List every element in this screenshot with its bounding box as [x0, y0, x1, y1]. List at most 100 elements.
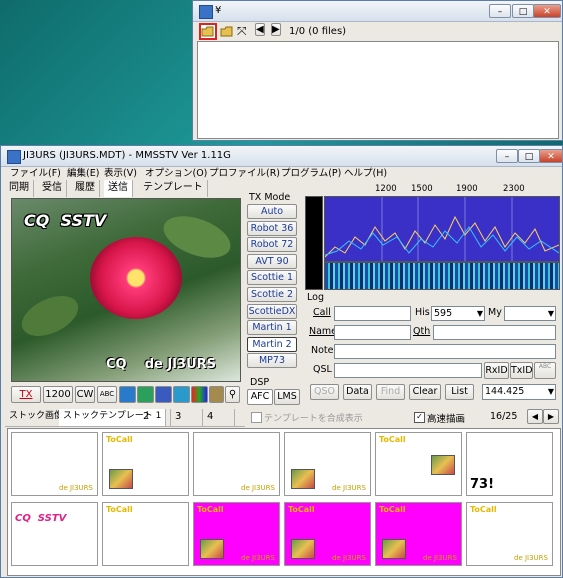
menu-options[interactable]: オプション(O) [145, 165, 207, 179]
menu-edit[interactable]: 編集(E) [67, 165, 99, 179]
minimize-button[interactable]: – [496, 149, 518, 163]
qsl-field[interactable] [334, 363, 482, 378]
template-thumbnail[interactable]: ToCall de JI3URS [284, 502, 371, 566]
thumbnail-picture [382, 539, 406, 559]
my-select[interactable]: ▼ [504, 306, 556, 321]
list-button[interactable]: List [445, 384, 474, 400]
thumbnail-picture [431, 455, 455, 475]
tab-template[interactable]: テンプレート [139, 180, 208, 197]
next-arrow-icon[interactable]: ▶ [271, 23, 281, 36]
close-button[interactable]: ✕ [533, 4, 561, 18]
tx-mode-button[interactable]: Scottie 1 [247, 270, 297, 286]
tab-stock-template-4[interactable]: 4 [203, 409, 235, 426]
fast-draw-label: 高速描画 [427, 414, 466, 425]
tx-mode-button[interactable]: Auto [247, 204, 297, 219]
qso-button[interactable]: QSO [310, 384, 339, 400]
tx-button[interactable]: TX [11, 386, 41, 403]
image-tool-icon[interactable] [173, 386, 190, 403]
tx-mode-button[interactable]: MP73 [247, 353, 297, 369]
template-thumbnail[interactable]: CQ SSTV [11, 502, 98, 566]
menu-program[interactable]: プログラム(P) [281, 165, 341, 179]
cw-button[interactable]: CW [75, 386, 95, 403]
his-value: 595 [434, 308, 453, 319]
tx-mode-button[interactable]: Martin 1 [247, 320, 297, 336]
maximize-button[interactable]: □ [518, 149, 540, 163]
next-page-button[interactable]: ▶ [543, 409, 559, 424]
image-tool-icon[interactable] [155, 386, 172, 403]
color-icon[interactable] [191, 386, 208, 403]
data-button[interactable]: Data [343, 384, 372, 400]
fast-draw-checkbox[interactable]: ✓ [414, 412, 425, 423]
abc-toggle-icon[interactable]: ABC [534, 362, 556, 379]
template-thumbnail[interactable]: ToCall de JI3URS [375, 502, 462, 566]
note-field[interactable] [334, 344, 556, 359]
template-thumbnail[interactable]: de JI3URS [193, 432, 280, 496]
clear-button[interactable]: Clear [409, 384, 441, 400]
thumbnail-picture [109, 469, 133, 489]
rate-button[interactable]: 1200 [43, 386, 73, 403]
spectrum-trace [325, 197, 559, 261]
clipboard-icon[interactable] [209, 386, 224, 403]
prev-arrow-icon[interactable]: ◀ [255, 23, 265, 36]
prev-page-button[interactable]: ◀ [527, 409, 543, 424]
thumbnail-bottom-text: de JI3URS [241, 484, 275, 492]
afc-button[interactable]: AFC [247, 389, 273, 405]
thumbnail-top-text: ToCall [106, 505, 133, 514]
tx-image[interactable]: CQ SSTV CQ de JI3URS [11, 198, 241, 382]
template-thumbnail[interactable]: de JI3URS [284, 432, 371, 496]
qth-field[interactable] [433, 325, 556, 340]
spectrum-ticks: 1200 1500 1900 2300 [325, 184, 557, 196]
template-thumbnail[interactable]: de JI3URS [11, 432, 98, 496]
fit-view-icon[interactable]: ⤧ [237, 24, 247, 39]
frequency-value: 144.425 [485, 386, 525, 397]
template-thumbnail[interactable]: ToCall de JI3URS [193, 502, 280, 566]
tick-label: 1900 [456, 184, 478, 194]
page-indicator: 16/25 [490, 411, 518, 422]
close-button[interactable]: ✕ [539, 149, 563, 163]
menu-view[interactable]: 表示(V) [104, 165, 137, 179]
find-button[interactable]: Find [376, 384, 405, 400]
tx-mode-button[interactable]: Robot 36 [247, 220, 297, 236]
template-thumbnail[interactable]: ToCall [375, 432, 462, 496]
call-field[interactable] [334, 306, 411, 321]
qsl-label: QSL [313, 364, 332, 375]
tab-history[interactable]: 履歴 [71, 180, 100, 197]
template-thumbnail[interactable]: ToCall [102, 432, 189, 496]
menu-profile[interactable]: プロファイル(R) [209, 165, 280, 179]
search-icon[interactable]: ⚲ [225, 386, 240, 403]
menu-help[interactable]: ヘルプ(H) [344, 165, 387, 179]
tab-receive[interactable]: 受信 [38, 180, 67, 197]
frequency-select[interactable]: 144.425 ▼ [482, 384, 556, 400]
tx-mode-button[interactable]: AVT 90 [247, 253, 297, 269]
menu-file[interactable]: ファイル(F) [10, 165, 61, 179]
image-tool-icon[interactable] [119, 386, 136, 403]
maximize-button[interactable]: □ [512, 4, 534, 18]
image-toolbar: TX 1200 CW ABC ⚲ [9, 386, 241, 404]
tx-mode-button[interactable]: ScottieDX [247, 303, 297, 319]
tab-stock-template-3[interactable]: 3 [171, 409, 203, 426]
tx-mode-label: TX Mode [249, 192, 291, 203]
tx-mode-button[interactable]: Robot 72 [247, 237, 297, 253]
template-thumbnail[interactable]: ToCall [102, 502, 189, 566]
abc-icon[interactable]: ABC [97, 386, 117, 403]
thumbnail-bottom-text: de JI3URS [59, 484, 93, 492]
image-tool-icon[interactable] [137, 386, 154, 403]
template-thumbnail[interactable]: ToCall de JI3URS [466, 502, 553, 566]
tab-send[interactable]: 送信 [104, 180, 133, 197]
tx-mode-button[interactable]: Martin 2 [247, 336, 297, 352]
template-thumbnail[interactable]: 73! [466, 432, 553, 496]
minimize-button[interactable]: – [489, 4, 511, 18]
merge-checkbox[interactable] [251, 412, 262, 423]
rxid-button[interactable]: RxID [484, 362, 509, 379]
thumbnail-bottom-text: de JI3URS [514, 554, 548, 562]
folder-icon[interactable] [220, 25, 234, 41]
tx-mode-button[interactable]: Scottie 2 [247, 287, 297, 302]
name-field[interactable] [334, 325, 411, 340]
open-folder-icon[interactable] [199, 23, 217, 40]
tab-sync[interactable]: 同期 [5, 180, 34, 197]
leaf [15, 287, 85, 345]
his-select[interactable]: 595 ▼ [431, 306, 485, 321]
tab-stock-template-2[interactable]: 2 [139, 409, 171, 426]
txid-button[interactable]: TxID [510, 362, 533, 379]
lms-button[interactable]: LMS [274, 389, 300, 405]
